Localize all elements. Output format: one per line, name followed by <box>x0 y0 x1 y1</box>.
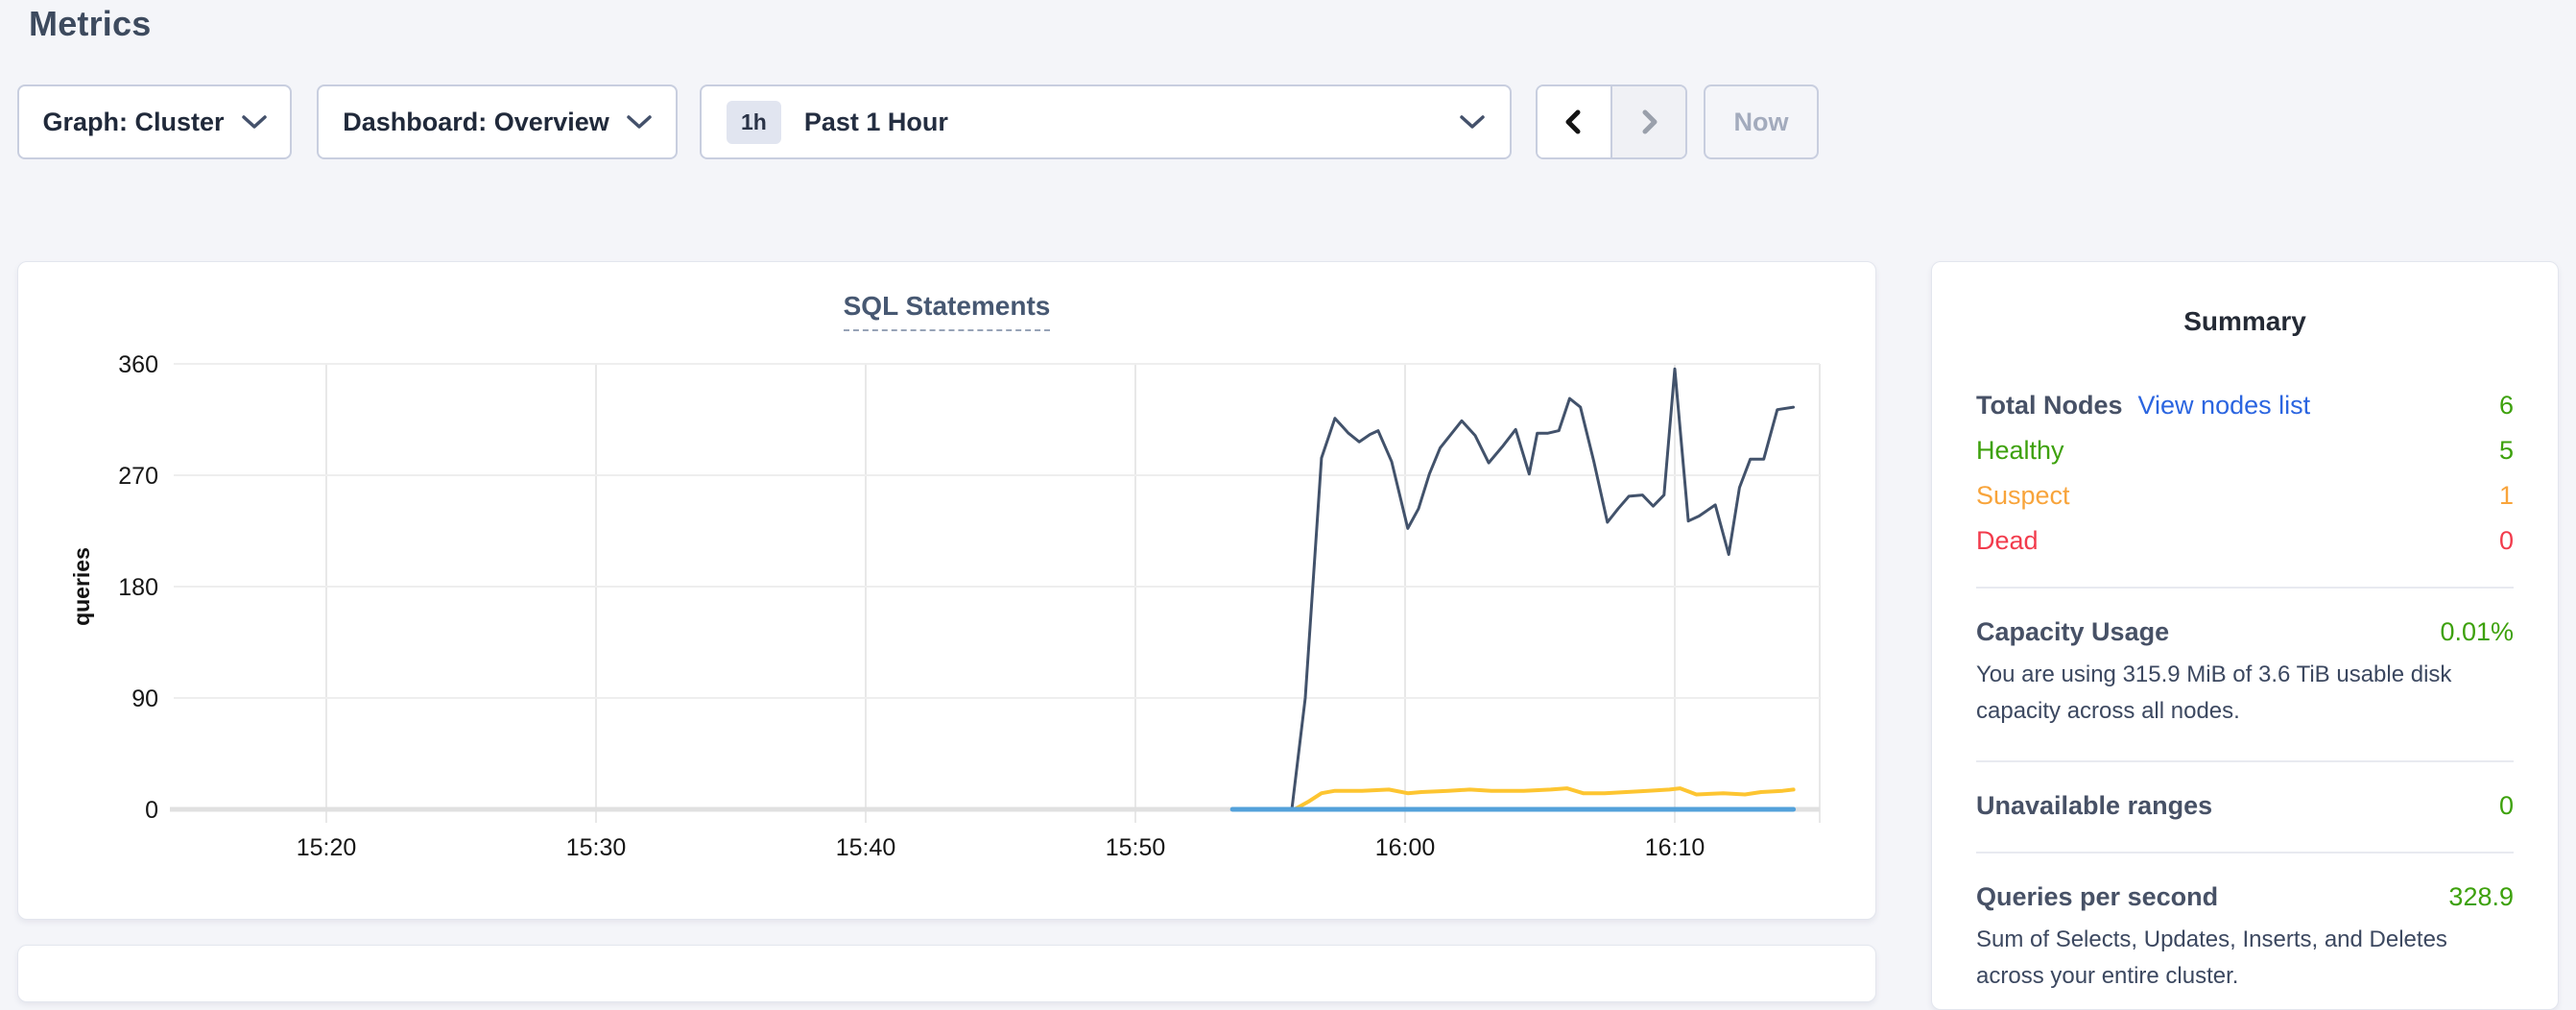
time-window-pager <box>1536 84 1687 159</box>
svg-text:15:30: 15:30 <box>566 834 627 861</box>
now-button[interactable]: Now <box>1704 84 1819 159</box>
capacity-usage-row: Capacity Usage 0.01% <box>1976 617 2514 647</box>
graph-selector-label: Graph: Cluster <box>42 108 224 137</box>
unavailable-ranges-value: 0 <box>2499 791 2514 821</box>
chevron-down-icon <box>1460 114 1485 130</box>
unavailable-ranges-label: Unavailable ranges <box>1976 791 2212 821</box>
svg-text:15:20: 15:20 <box>297 834 357 861</box>
dashboard-selector-label: Dashboard: Overview <box>343 108 609 137</box>
svg-text:15:50: 15:50 <box>1106 834 1166 861</box>
total-nodes-row: Total Nodes View nodes list 6 <box>1976 391 2514 421</box>
queries-per-second-description: Sum of Selects, Updates, Inserts, and De… <box>1976 922 2514 995</box>
next-chart-card <box>17 945 1876 1002</box>
capacity-usage-value: 0.01% <box>2440 617 2514 647</box>
sql-statements-chart-card: SQL Statements 09018027036015:2015:3015:… <box>17 261 1876 920</box>
summary-title: Summary <box>1976 306 2514 337</box>
dashboard-selector-dropdown[interactable]: Dashboard: Overview <box>317 84 678 159</box>
divider <box>1976 852 2514 854</box>
healthy-label: Healthy <box>1976 436 2064 466</box>
capacity-usage-label: Capacity Usage <box>1976 617 2169 647</box>
svg-text:16:10: 16:10 <box>1645 834 1705 861</box>
queries-per-second-label: Queries per second <box>1976 882 2218 912</box>
chevron-down-icon <box>242 114 267 130</box>
suspect-value: 1 <box>2499 481 2514 511</box>
healthy-nodes-row: Healthy 5 <box>1976 436 2514 466</box>
time-range-badge: 1h <box>727 101 781 144</box>
svg-text:0: 0 <box>145 797 158 824</box>
unavailable-ranges-row: Unavailable ranges 0 <box>1976 791 2514 821</box>
dead-nodes-row: Dead 0 <box>1976 526 2514 556</box>
svg-text:360: 360 <box>118 351 158 378</box>
time-range-label: Past 1 Hour <box>804 108 948 137</box>
dead-value: 0 <box>2499 526 2514 556</box>
suspect-label: Suspect <box>1976 481 2070 511</box>
chevron-down-icon <box>627 114 652 130</box>
chevron-left-icon <box>1561 108 1587 135</box>
previous-time-window-button[interactable] <box>1538 86 1610 157</box>
divider <box>1976 760 2514 762</box>
queries-per-second-value: 328.9 <box>2448 882 2514 912</box>
healthy-value: 5 <box>2499 436 2514 466</box>
next-time-window-button[interactable] <box>1610 86 1685 157</box>
dead-label: Dead <box>1976 526 2039 556</box>
suspect-nodes-row: Suspect 1 <box>1976 481 2514 511</box>
time-range-selector[interactable]: 1h Past 1 Hour <box>700 84 1512 159</box>
page-title: Metrics <box>0 0 2576 44</box>
summary-panel: Summary Total Nodes View nodes list 6 He… <box>1931 261 2559 1010</box>
total-nodes-label: Total Nodes <box>1976 391 2123 421</box>
sql-statements-chart[interactable]: 0 90 180 270 360 15:20 15:30 15:40 15:50 16:00 16:… <box>18 262 1877 921</box>
view-nodes-list-link[interactable]: View nodes list <box>2138 391 2311 421</box>
svg-text:16:00: 16:00 <box>1375 834 1436 861</box>
metrics-toolbar: Graph: Cluster Dashboard: Overview 1h Pa… <box>17 84 1819 159</box>
chevron-right-icon <box>1635 108 1662 135</box>
total-nodes-value: 6 <box>2499 391 2514 421</box>
svg-text:180: 180 <box>118 574 158 601</box>
queries-per-second-row: Queries per second 328.9 <box>1976 882 2514 912</box>
svg-text:queries: queries <box>69 547 94 626</box>
svg-text:270: 270 <box>118 463 158 490</box>
svg-text:15:40: 15:40 <box>836 834 896 861</box>
svg-text:90: 90 <box>131 685 158 712</box>
divider <box>1976 587 2514 589</box>
capacity-usage-description: You are using 315.9 MiB of 3.6 TiB usabl… <box>1976 657 2514 730</box>
graph-selector-dropdown[interactable]: Graph: Cluster <box>17 84 292 159</box>
